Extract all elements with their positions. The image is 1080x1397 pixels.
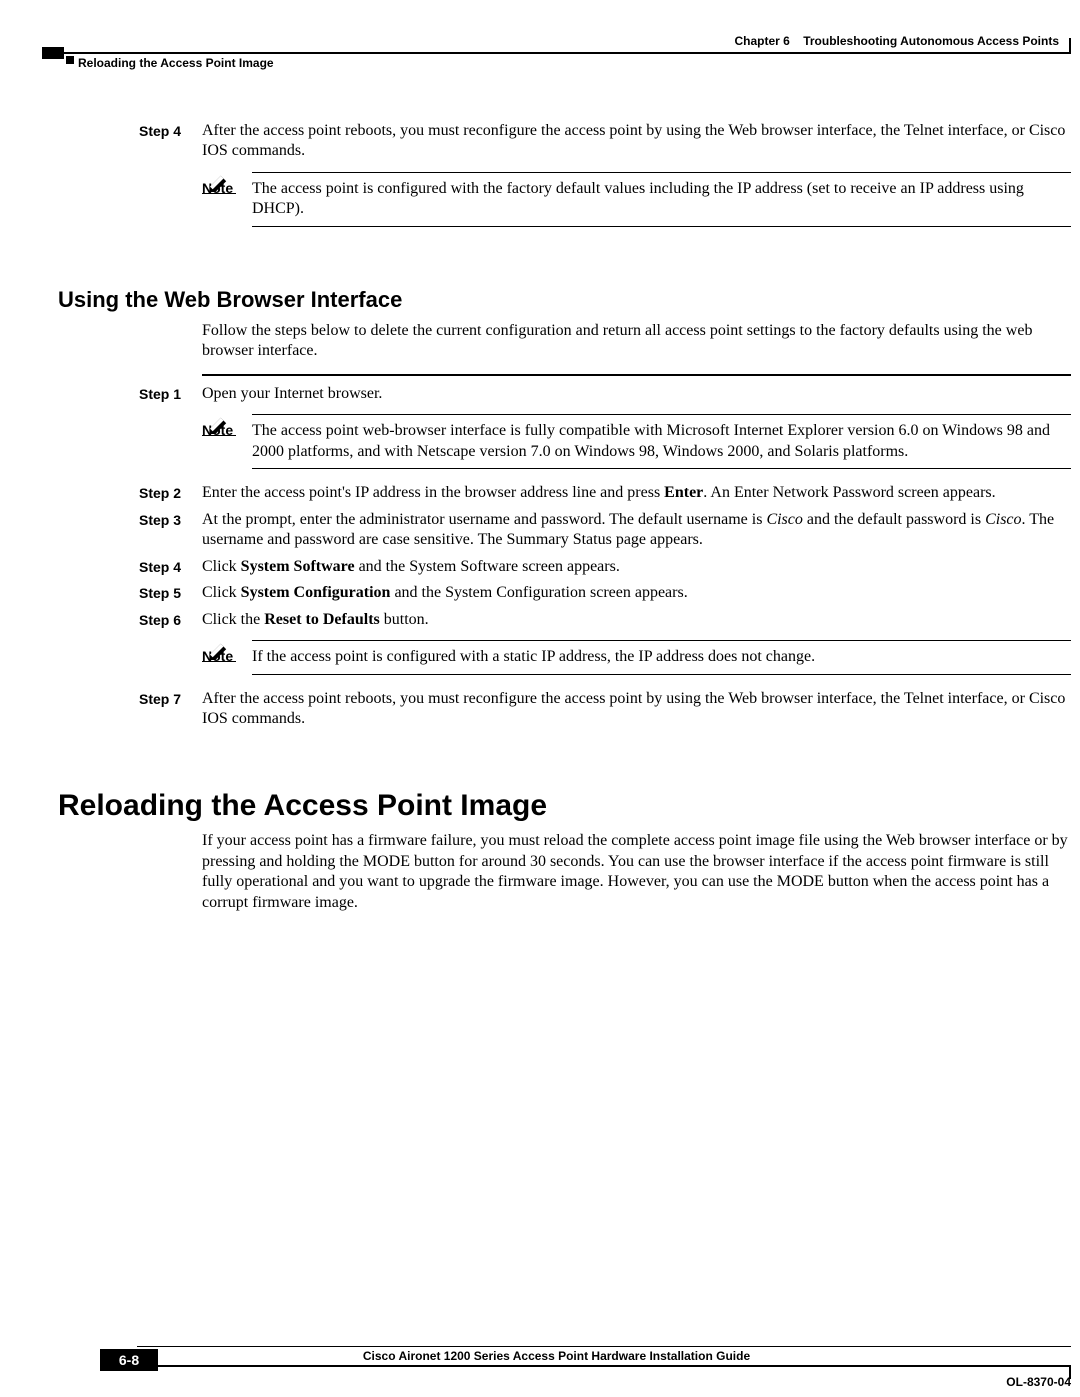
page-number: 6-8 <box>100 1349 158 1371</box>
note-body: Note The access point is configured with… <box>202 179 1071 220</box>
step-text: At the prompt, enter the administrator u… <box>202 510 1071 551</box>
step-row: Step 4 After the access point reboots, y… <box>139 121 1071 162</box>
note-text: The access point is configured with the … <box>252 179 1071 220</box>
pencil-underline <box>202 193 236 194</box>
prior-step-block: Step 4 After the access point reboots, y… <box>139 121 1071 162</box>
step-text: Enter the access point's IP address in t… <box>202 483 1071 503</box>
bold-text: Reset to Defaults <box>264 611 380 628</box>
note-block: Note If the access point is configured w… <box>202 640 1071 674</box>
bold-text: System Software <box>241 558 355 575</box>
step-block: Step 1 Open your Internet browser. <box>139 384 1071 404</box>
separator-rule <box>202 374 1071 376</box>
heading-reloading: Reloading the Access Point Image <box>58 789 1071 823</box>
text: and the System Software screen appears. <box>355 558 620 575</box>
section-title: Reloading the Access Point Image <box>78 56 274 70</box>
page: Chapter 6 Troubleshooting Autonomous Acc… <box>0 0 1080 1397</box>
text: button. <box>380 611 429 628</box>
step-text: After the access point reboots, you must… <box>202 121 1071 162</box>
text: Click the <box>202 611 264 628</box>
note-rule-top <box>252 414 1071 415</box>
step-text: After the access point reboots, you must… <box>202 689 1071 730</box>
step-text: Open your Internet browser. <box>202 384 1071 404</box>
note-rule-top <box>252 640 1071 641</box>
note-body: Note If the access point is configured w… <box>202 647 1071 667</box>
step-text: Click System Software and the System Sof… <box>202 557 1071 577</box>
step-row: Step 5 Click System Configuration and th… <box>139 583 1071 603</box>
step-label: Step 7 <box>139 689 202 730</box>
step-block: Step 2 Enter the access point's IP addre… <box>139 483 1071 630</box>
page-content: Step 4 After the access point reboots, y… <box>58 115 1071 925</box>
footer-bar: 6-8 OL-8370-04 <box>100 1365 1071 1367</box>
italic-text: Cisco <box>766 511 802 528</box>
chapter-title: Troubleshooting Autonomous Access Points <box>803 34 1059 48</box>
step-label: Step 5 <box>139 583 202 603</box>
italic-text: Cisco <box>985 511 1021 528</box>
note-text: The access point web-browser interface i… <box>252 421 1071 462</box>
header-marker <box>42 47 64 59</box>
note-body: Note The access point web-browser interf… <box>202 421 1071 462</box>
pencil-underline <box>202 661 236 662</box>
heading-web-browser: Using the Web Browser Interface <box>58 287 1071 313</box>
step-label: Step 2 <box>139 483 202 503</box>
pencil-underline <box>202 435 236 436</box>
step-row: Step 6 Click the Reset to Defaults butto… <box>139 610 1071 630</box>
section-marker <box>66 56 74 64</box>
bold-text: Enter <box>664 484 703 501</box>
text: . An Enter Network Password screen appea… <box>703 484 995 501</box>
step-text: Click the Reset to Defaults button. <box>202 610 1071 630</box>
step-row: Step 3 At the prompt, enter the administ… <box>139 510 1071 551</box>
page-footer: Cisco Aironet 1200 Series Access Point H… <box>42 1346 1071 1367</box>
footer-rule-top <box>137 1346 1071 1347</box>
note-block: Note The access point web-browser interf… <box>202 414 1071 469</box>
step-label: Step 4 <box>139 557 202 577</box>
header-tick <box>1069 38 1071 52</box>
step-row: Step 2 Enter the access point's IP addre… <box>139 483 1071 503</box>
note-rule-bottom <box>252 674 1071 675</box>
step-text: Click System Configuration and the Syste… <box>202 583 1071 603</box>
step-label: Step 6 <box>139 610 202 630</box>
text: Enter the access point's IP address in t… <box>202 484 664 501</box>
note-block: Note The access point is configured with… <box>202 172 1071 227</box>
text: Click <box>202 584 241 601</box>
step-label: Step 1 <box>139 384 202 404</box>
chapter-label: Chapter 6 <box>735 34 790 48</box>
guide-title: Cisco Aironet 1200 Series Access Point H… <box>42 1349 1071 1363</box>
text: At the prompt, enter the administrator u… <box>202 511 766 528</box>
bold-text: System Configuration <box>241 584 391 601</box>
step-row: Step 1 Open your Internet browser. <box>139 384 1071 404</box>
doc-id: OL-8370-04 <box>1006 1375 1071 1389</box>
step-label: Step 3 <box>139 510 202 551</box>
text: and the System Configuration screen appe… <box>390 584 687 601</box>
step-block: Step 7 After the access point reboots, y… <box>139 689 1071 730</box>
text: Click <box>202 558 241 575</box>
note-rule-top <box>252 172 1071 173</box>
text: and the default password is <box>803 511 985 528</box>
note-rule-bottom <box>252 468 1071 469</box>
header-rule <box>64 52 1071 54</box>
intro-paragraph: If your access point has a firmware fail… <box>202 831 1071 913</box>
intro-paragraph: Follow the steps below to delete the cur… <box>202 321 1071 362</box>
step-row: Step 4 Click System Software and the Sys… <box>139 557 1071 577</box>
step-label: Step 4 <box>139 121 202 162</box>
note-rule-bottom <box>252 226 1071 227</box>
chapter-line: Chapter 6 Troubleshooting Autonomous Acc… <box>735 34 1060 48</box>
step-row: Step 7 After the access point reboots, y… <box>139 689 1071 730</box>
note-text: If the access point is configured with a… <box>252 647 1071 667</box>
